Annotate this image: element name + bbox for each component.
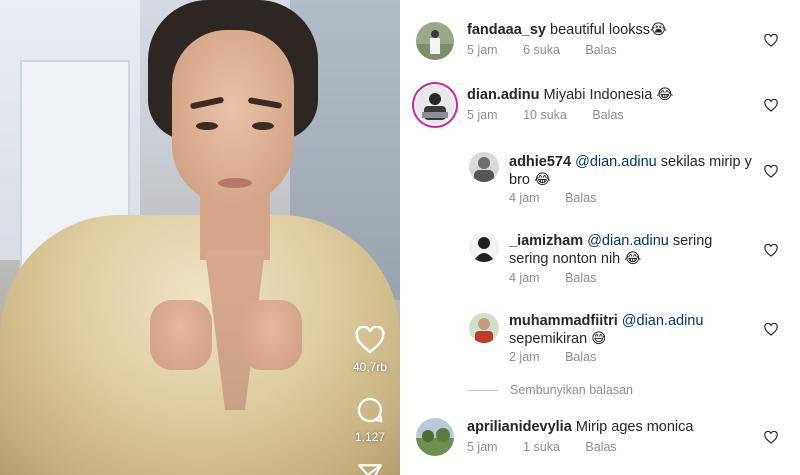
comment-body: Miyabi Indonesia 😂 — [543, 87, 674, 103]
like-action[interactable]: 40,7rb — [345, 326, 395, 374]
video-subject-eye — [252, 122, 274, 130]
reply-meta: 4 jam Balas — [509, 271, 618, 285]
heart-outline-icon[interactable] — [764, 323, 778, 336]
comment-likes[interactable]: 1 suka — [523, 440, 560, 454]
reply-username[interactable]: adhie574 — [509, 154, 571, 170]
reply-meta: 4 jam Balas — [509, 191, 618, 205]
avatar[interactable] — [416, 418, 454, 456]
comment-body: beautiful lookss😭 — [550, 22, 667, 38]
mention-link[interactable]: @dian.adinu — [622, 313, 704, 329]
avatar[interactable] — [416, 86, 454, 124]
comment-meta: 5 jam 10 suka Balas — [467, 108, 646, 122]
mention-link[interactable]: @dian.adinu — [587, 233, 669, 249]
reply-button[interactable]: Balas — [585, 43, 616, 57]
reply-button[interactable]: Balas — [592, 108, 623, 122]
comment-time: 5 jam — [467, 43, 498, 57]
heart-outline-icon[interactable] — [764, 431, 778, 444]
share-action[interactable] — [345, 462, 395, 475]
comment-text: aprilianidevylia Mirip ages monica — [467, 418, 757, 436]
comments-count: 1.127 — [354, 430, 386, 444]
reply-body: sepemikiran 😅 — [509, 331, 607, 347]
video-subject-eye — [196, 122, 218, 130]
reply-text: _iamizham @dian.adinu sering sering nont… — [509, 232, 754, 268]
comment-time: 5 jam — [467, 440, 498, 454]
comments-panel: fandaaa_sy beautiful lookss😭 5 jam 6 suk… — [400, 0, 800, 475]
comment-likes[interactable]: 6 suka — [523, 43, 560, 57]
comment-time: 5 jam — [467, 108, 498, 122]
likes-count: 40,7rb — [352, 360, 388, 374]
divider-line — [468, 389, 498, 391]
comment-meta: 5 jam 1 suka Balas — [467, 440, 639, 454]
comment-body: Mirip ages monica — [575, 419, 694, 435]
heart-outline-icon[interactable] — [764, 34, 778, 47]
hide-replies-button[interactable]: Sembunyikan balasan — [468, 383, 633, 397]
reply-time: 2 jam — [509, 350, 540, 364]
video-player[interactable]: 40,7rb 1.127 — [0, 0, 400, 475]
heart-outline-icon[interactable] — [764, 244, 778, 257]
avatar[interactable] — [416, 22, 454, 60]
comment-username[interactable]: aprilianidevylia — [467, 419, 572, 435]
hide-replies-label: Sembunyikan balasan — [510, 383, 633, 397]
video-subject-hand — [240, 300, 302, 370]
comment-meta: 5 jam 6 suka Balas — [467, 43, 639, 57]
comment-likes[interactable]: 10 suka — [523, 108, 567, 122]
comment-text: fandaaa_sy beautiful lookss😭 — [467, 21, 757, 39]
avatar[interactable] — [469, 313, 499, 343]
reply-meta: 2 jam Balas — [509, 350, 618, 364]
reply-text: adhie574 @dian.adinu sekilas mirip y bro… — [509, 153, 754, 189]
comment-action[interactable]: 1.127 — [345, 396, 395, 444]
comment-username[interactable]: fandaaa_sy — [467, 22, 546, 38]
comment-text: dian.adinu Miyabi Indonesia 😂 — [467, 86, 757, 104]
reply-button[interactable]: Balas — [565, 191, 596, 205]
video-subject-lips — [218, 178, 252, 188]
reply-username[interactable]: _iamizham — [509, 233, 583, 249]
reply-text: muhammadfiitri @dian.adinu sepemikiran 😅 — [509, 312, 754, 348]
comment-username[interactable]: dian.adinu — [467, 87, 540, 103]
reply-time: 4 jam — [509, 191, 540, 205]
video-subject-hand — [150, 300, 212, 370]
reply-username[interactable]: muhammadfiitri — [509, 313, 618, 329]
reply-button[interactable]: Balas — [585, 440, 616, 454]
mention-link[interactable]: @dian.adinu — [575, 154, 657, 170]
avatar[interactable] — [469, 232, 499, 262]
heart-icon[interactable] — [355, 326, 385, 354]
reply-button[interactable]: Balas — [565, 271, 596, 285]
share-icon[interactable] — [357, 462, 383, 475]
heart-outline-icon[interactable] — [764, 165, 778, 178]
heart-outline-icon[interactable] — [764, 99, 778, 112]
comment-bubble-icon[interactable] — [356, 396, 384, 424]
reply-time: 4 jam — [509, 271, 540, 285]
avatar[interactable] — [469, 152, 499, 182]
reply-button[interactable]: Balas — [565, 350, 596, 364]
